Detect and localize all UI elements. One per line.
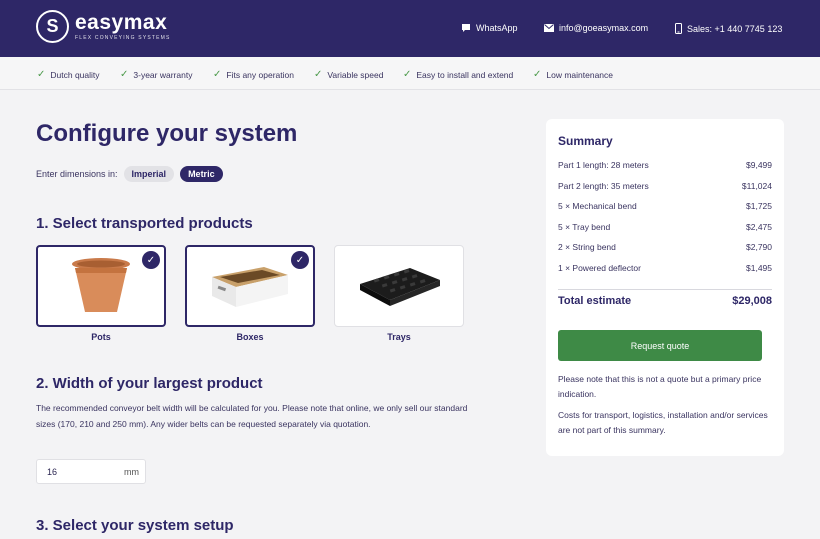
email-label: info@goeasymax.com bbox=[559, 23, 649, 33]
product-label-boxes: Boxes bbox=[236, 332, 264, 342]
check-icon: ✓ bbox=[37, 69, 46, 80]
usp-item: ✓ 3-year warranty bbox=[120, 69, 192, 80]
line-item-price: $1,725 bbox=[746, 201, 772, 211]
line-item-price: $2,475 bbox=[746, 222, 772, 232]
usp-item: ✓ Variable speed bbox=[314, 69, 383, 80]
email-link[interactable]: info@goeasymax.com bbox=[544, 23, 648, 33]
summary-divider bbox=[558, 289, 772, 290]
chat-bubble-icon bbox=[462, 24, 470, 32]
total-estimate: Total estimate $29,008 bbox=[558, 295, 772, 307]
total-value: $29,008 bbox=[732, 295, 772, 307]
summary-line-item: Part 1 length: 28 meters $9,499 bbox=[558, 160, 772, 170]
units-label: Enter dimensions in: bbox=[36, 169, 118, 179]
whatsapp-link[interactable]: WhatsApp bbox=[461, 23, 518, 33]
usp-label: Fits any operation bbox=[226, 69, 294, 80]
sales-label: Sales: +1 440 7745 123 bbox=[687, 23, 783, 34]
line-item-label: Part 1 length: 28 meters bbox=[558, 160, 649, 170]
mail-icon bbox=[544, 24, 554, 32]
unit-selector: Enter dimensions in: Imperial Metric bbox=[36, 166, 223, 182]
summary-line-item: 5 × Tray bend $2,475 bbox=[558, 222, 772, 232]
line-item-label: 1 × Powered deflector bbox=[558, 263, 641, 273]
product-card-pots[interactable]: ✓ bbox=[36, 245, 166, 327]
metric-toggle[interactable]: Metric bbox=[180, 166, 223, 182]
logo-mark-icon: S bbox=[36, 10, 69, 43]
section-width-title: 2. Width of your largest product bbox=[36, 375, 263, 392]
usp-label: Low maintenance bbox=[546, 69, 614, 80]
costs-note: Costs for transport, logistics, installa… bbox=[558, 410, 768, 435]
line-item-label: 5 × Mechanical bend bbox=[558, 201, 637, 211]
section-products-title: 1. Select transported products bbox=[36, 215, 253, 232]
usp-label: Easy to install and extend bbox=[416, 69, 514, 80]
product-label-pots: Pots bbox=[91, 332, 111, 342]
check-icon: ✓ bbox=[314, 69, 323, 80]
check-icon: ✓ bbox=[403, 69, 412, 80]
easymax-logo[interactable]: S easymax FLEX CONVEYING SYSTEMS bbox=[36, 10, 171, 43]
price-indication-note: Please note that this is not a quote but… bbox=[558, 374, 762, 399]
usp-item: ✓ Easy to install and extend bbox=[403, 69, 513, 80]
usp-label: Dutch quality bbox=[50, 69, 100, 80]
request-quote-button[interactable]: Request quote bbox=[558, 330, 762, 361]
usp-label: 3-year warranty bbox=[133, 69, 193, 80]
summary-line-item: 1 × Powered deflector $1,495 bbox=[558, 263, 772, 273]
line-item-price: $2,790 bbox=[746, 242, 772, 252]
product-width-input[interactable]: 16 mm bbox=[36, 459, 146, 484]
width-unit: mm bbox=[124, 467, 139, 477]
line-item-price: $9,499 bbox=[746, 160, 772, 170]
product-card-boxes[interactable]: ✓ bbox=[185, 245, 315, 327]
logo-name: easymax bbox=[75, 11, 168, 34]
selected-check-icon: ✓ bbox=[291, 251, 309, 269]
sales-phone-link[interactable]: Sales: +1 440 7745 123 bbox=[675, 23, 782, 34]
product-card-trays[interactable] bbox=[334, 245, 464, 327]
summary-panel: Summary Part 1 length: 28 meters $9,499 P… bbox=[546, 119, 784, 456]
width-description: The recommended conveyor belt width will… bbox=[36, 403, 468, 429]
summary-line-item: Part 2 length: 35 meters $11,024 bbox=[558, 181, 772, 191]
line-item-label: 5 × Tray bend bbox=[558, 222, 611, 232]
usp-label: Variable speed bbox=[327, 69, 384, 80]
check-icon: ✓ bbox=[533, 69, 542, 80]
page-title: Configure your system bbox=[36, 120, 298, 147]
tray-image bbox=[335, 246, 463, 326]
line-item-label: Part 2 length: 35 meters bbox=[558, 181, 649, 191]
usp-item: ✓ Low maintenance bbox=[533, 69, 613, 80]
section-setup-title: 3. Select your system setup bbox=[36, 517, 234, 534]
product-label-trays: Trays bbox=[387, 332, 411, 342]
whatsapp-label: WhatsApp bbox=[476, 23, 518, 33]
summary-line-item: 5 × Mechanical bend $1,725 bbox=[558, 201, 772, 211]
selected-check-icon: ✓ bbox=[142, 251, 160, 269]
phone-icon bbox=[675, 23, 682, 34]
line-item-price: $1,495 bbox=[746, 263, 772, 273]
summary-line-item: 2 × String bend $2,790 bbox=[558, 242, 772, 252]
check-icon: ✓ bbox=[213, 69, 222, 80]
check-icon: ✓ bbox=[120, 69, 129, 80]
logo-tagline: FLEX CONVEYING SYSTEMS bbox=[75, 35, 171, 41]
total-label: Total estimate bbox=[558, 295, 632, 307]
usp-bar: ✓ Dutch quality ✓ 3-year warranty ✓ Fits an… bbox=[0, 57, 820, 90]
usp-item: ✓ Dutch quality bbox=[37, 69, 100, 80]
width-value: 16 bbox=[47, 467, 58, 477]
top-header: S easymax FLEX CONVEYING SYSTEMS WhatsAp… bbox=[0, 0, 820, 57]
usp-item: ✓ Fits any operation bbox=[213, 69, 294, 80]
line-item-price: $11,024 bbox=[741, 181, 772, 191]
line-item-label: 2 × String bend bbox=[558, 242, 616, 252]
imperial-toggle[interactable]: Imperial bbox=[123, 166, 175, 182]
summary-title: Summary bbox=[558, 134, 613, 148]
